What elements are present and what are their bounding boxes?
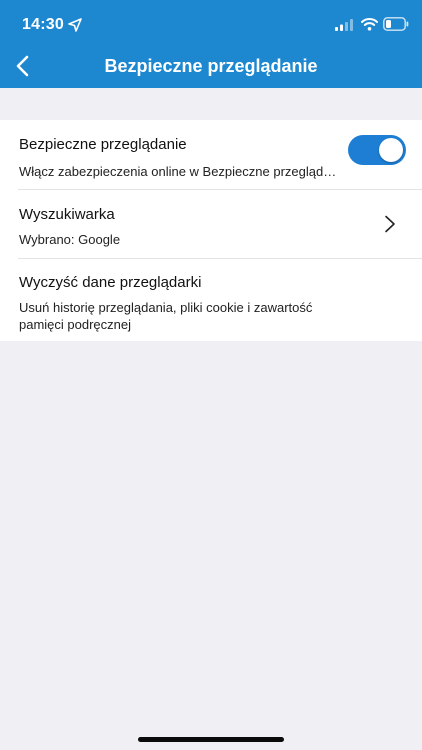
page-title: Bezpieczne przeglądanie — [104, 56, 318, 76]
status-bar: 14:30 — [0, 0, 422, 44]
nav-bar: Bezpieczne przeglądanie — [0, 44, 422, 88]
toggle-knob — [379, 138, 403, 162]
search-engine-row[interactable]: Wyszukiwarka Wybrano: Google — [0, 189, 422, 258]
clear-data-title: Wyczyść dane przeglądarki — [19, 274, 202, 291]
safe-browsing-row[interactable]: Bezpieczne przeglądanie Włącz zabezpiecz… — [0, 120, 422, 189]
chevron-right-icon — [385, 215, 395, 233]
safe-browsing-title: Bezpieczne przeglądanie — [19, 136, 187, 153]
safe-browsing-subtitle: Włącz zabezpieczenia online w Bezpieczne… — [19, 164, 341, 179]
wifi-icon — [361, 18, 378, 31]
settings-list: Bezpieczne przeglądanie Włącz zabezpiecz… — [0, 120, 422, 341]
battery-icon — [383, 17, 409, 31]
app-header: 14:30 Bezpieczne przeglądanie — [0, 0, 422, 88]
cellular-signal-icon — [335, 19, 353, 31]
clear-data-subtitle: Usuń historię przeglądania, pliki cookie… — [19, 300, 313, 332]
clear-browsing-data-row[interactable]: Wyczyść dane przeglądarki Usuń historię … — [0, 258, 422, 341]
location-arrow-icon — [68, 18, 82, 32]
home-indicator — [138, 737, 284, 742]
search-engine-title: Wyszukiwarka — [19, 206, 115, 223]
status-time: 14:30 — [22, 16, 64, 33]
search-engine-subtitle: Wybrano: Google — [19, 232, 121, 247]
safe-browsing-toggle[interactable] — [348, 135, 406, 165]
